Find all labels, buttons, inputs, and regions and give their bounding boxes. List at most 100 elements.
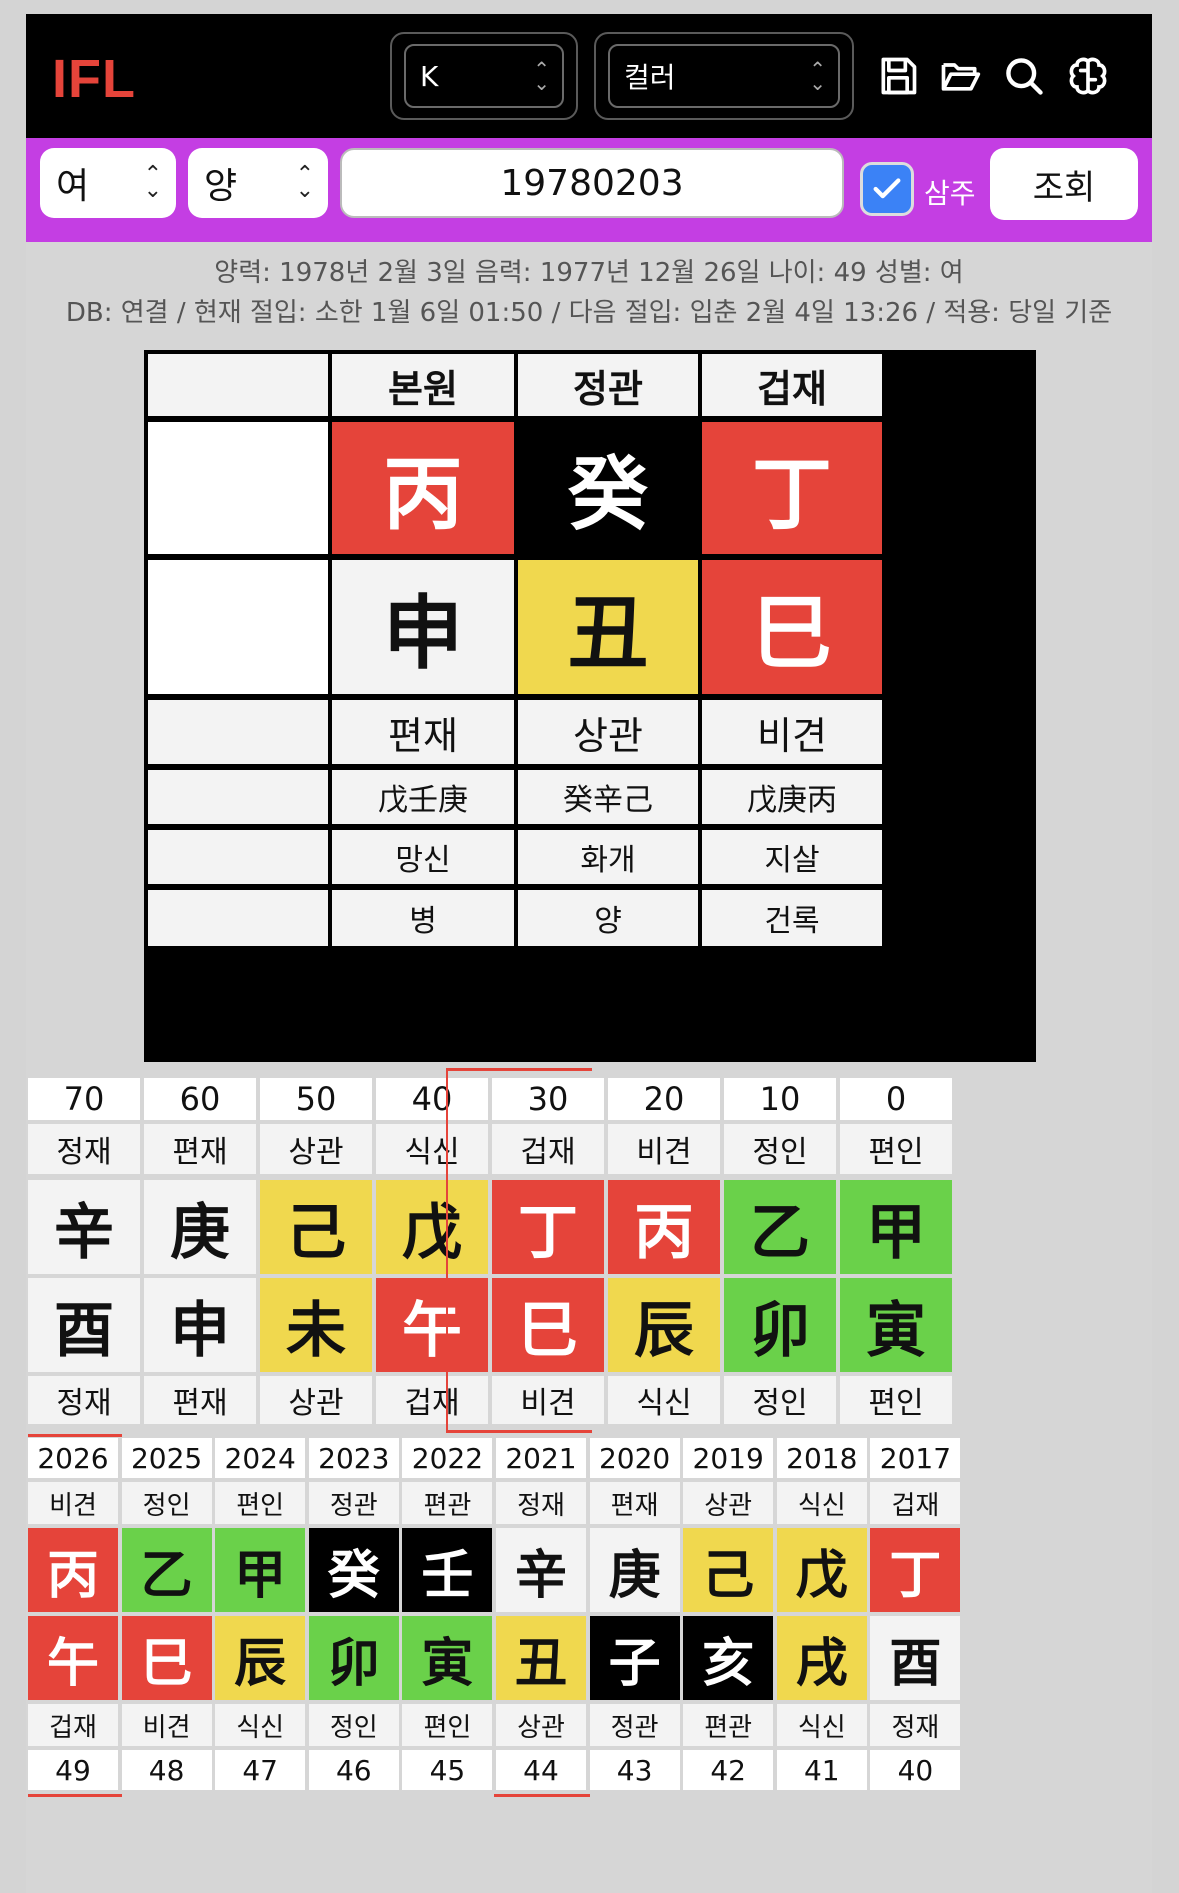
yearly-branch: 辰 <box>215 1616 306 1700</box>
yearly-year[interactable]: 2023 <box>308 1438 399 1478</box>
yearly-stem-god: 편관 <box>402 1482 493 1524</box>
yearly-stem: 乙 <box>121 1528 212 1612</box>
daewoon-branch-god: 편재 <box>144 1376 256 1424</box>
earthly-branch-cell: 丑 <box>518 560 698 694</box>
gender-value: 여 <box>56 166 90 207</box>
hidden-stems-cell: 戊庚丙 <box>702 770 882 824</box>
heavenly-stem-cell: 丙 <box>332 422 514 554</box>
yearly-branch-god: 비견 <box>121 1704 212 1746</box>
app-root: IFL K ⌃ ⌄ 컬러 ⌃ ⌄ 여 ⌃ ⌄ 양 ⌃ ⌄ 19780203 삼주… <box>26 14 1152 1893</box>
daewoon-age[interactable]: 0 <box>840 1078 952 1120</box>
daewoon-branch: 卯 <box>724 1278 836 1372</box>
yearly-stem-god: 정재 <box>496 1482 586 1524</box>
daewoon-age[interactable]: 40 <box>376 1078 488 1120</box>
updown-chevron-icon: ⌃ ⌄ <box>533 57 550 95</box>
yearly-year[interactable]: 2022 <box>402 1438 493 1478</box>
top-header: IFL K ⌃ ⌄ 컬러 ⌃ ⌄ <box>26 14 1152 138</box>
save-icon[interactable] <box>876 54 920 98</box>
daewoon-age[interactable]: 20 <box>608 1078 720 1120</box>
birthdate-input[interactable]: 19780203 <box>340 148 844 218</box>
hidden-stems-cell <box>148 770 328 824</box>
yearly-branch: 寅 <box>402 1616 493 1700</box>
yearly-stem-god: 식신 <box>776 1482 867 1524</box>
mode-select[interactable]: K ⌃ ⌄ <box>390 32 578 120</box>
pillar-header: 정관 <box>518 354 698 416</box>
daewoon-age[interactable]: 10 <box>724 1078 836 1120</box>
yearly-stem: 丁 <box>870 1528 961 1612</box>
heavenly-stem-cell: 丁 <box>702 422 882 554</box>
yearly-year[interactable]: 2026 <box>28 1438 118 1478</box>
daewoon-branch-god: 정재 <box>28 1376 140 1424</box>
daewoon-age[interactable]: 60 <box>144 1078 256 1120</box>
calendar-select[interactable]: 양 ⌃ ⌄ <box>188 148 328 218</box>
yearly-stem: 丙 <box>28 1528 118 1612</box>
yearly-branch: 卯 <box>308 1616 399 1700</box>
yearly-stem-god: 정인 <box>121 1482 212 1524</box>
daewoon-age[interactable]: 30 <box>492 1078 604 1120</box>
daewoon-age[interactable]: 70 <box>28 1078 140 1120</box>
brain-icon[interactable] <box>1066 54 1110 98</box>
yearly-year[interactable]: 2020 <box>589 1438 680 1478</box>
daewoon-branch: 巳 <box>492 1278 604 1372</box>
yearly-stem: 己 <box>683 1528 774 1612</box>
mode-select-value: K <box>420 59 439 93</box>
yearly-year[interactable]: 2021 <box>496 1438 586 1478</box>
birth-info-line: 양력: 1978년 2월 3일 음력: 1977년 12월 26일 나이: 49… <box>214 258 964 288</box>
daewoon-stem: 戊 <box>376 1180 488 1274</box>
daewoon-stem-god: 상관 <box>260 1124 372 1174</box>
current-period-marker <box>28 1434 122 1437</box>
yearly-stem-god: 상관 <box>683 1482 774 1524</box>
current-period-marker <box>28 1794 122 1797</box>
hidden-stems-cell: 癸辛己 <box>518 770 698 824</box>
yearly-age: 46 <box>308 1750 399 1790</box>
yearly-branch: 子 <box>589 1616 680 1700</box>
current-period-marker <box>494 1794 590 1797</box>
gender-select[interactable]: 여 ⌃ ⌄ <box>40 148 176 218</box>
updown-chevron-icon: ⌃ ⌄ <box>295 162 314 203</box>
pillar-header: 겁재 <box>702 354 882 416</box>
daewoon-stem: 己 <box>260 1180 372 1274</box>
search-icon[interactable] <box>1002 54 1046 98</box>
calendar-value: 양 <box>204 166 238 207</box>
earthly-branch-cell: 巳 <box>702 560 882 694</box>
yearly-year[interactable]: 2019 <box>683 1438 774 1478</box>
daewoon-stem: 丁 <box>492 1180 604 1274</box>
yearly-branch-god: 정재 <box>870 1704 961 1746</box>
query-button[interactable]: 조회 <box>990 148 1138 220</box>
samju-checkbox[interactable] <box>860 162 914 216</box>
yearly-stem-god: 겁재 <box>870 1482 961 1524</box>
color-select-box: 컬러 ⌃ ⌄ <box>608 44 840 108</box>
folder-open-icon[interactable] <box>938 54 982 98</box>
yearly-stem-god: 정관 <box>308 1482 399 1524</box>
yearly-year[interactable]: 2018 <box>776 1438 867 1478</box>
checkmark-icon <box>873 178 901 199</box>
daewoon-stem: 庚 <box>144 1180 256 1274</box>
yearly-stem-god: 비견 <box>28 1482 118 1524</box>
yearly-year[interactable]: 2025 <box>121 1438 212 1478</box>
pillar-grid: 본원 정관 겁재 丙癸丁申丑巳 편재 상관 비견 戊壬庚 癸辛己 戊庚丙 망신 화개 지살 병 양 건록 <box>144 350 1036 1062</box>
app-logo: IFL <box>52 49 136 109</box>
life-stage-cell: 양 <box>518 890 698 946</box>
daewoon-branch: 未 <box>260 1278 372 1372</box>
color-select[interactable]: 컬러 ⌃ ⌄ <box>594 32 854 120</box>
yearly-year[interactable]: 2024 <box>215 1438 306 1478</box>
daewoon-branch: 午 <box>376 1278 488 1372</box>
yearly-branch-god: 편관 <box>683 1704 774 1746</box>
daewoon-branch-god: 비견 <box>492 1376 604 1424</box>
yearly-year[interactable]: 2017 <box>870 1438 961 1478</box>
daewoon-stem: 辛 <box>28 1180 140 1274</box>
current-period-marker <box>446 1068 448 1432</box>
daewoon-stem-god: 정인 <box>724 1124 836 1174</box>
ten-god-cell: 편재 <box>332 700 514 764</box>
yearly-age: 45 <box>402 1750 493 1790</box>
earthly-branch-cell: 申 <box>332 560 514 694</box>
yearly-stem-god: 편재 <box>589 1482 680 1524</box>
sinsal-cell <box>148 830 328 884</box>
daewoon-branch-god: 상관 <box>260 1376 372 1424</box>
daewoon-stem-god: 편재 <box>144 1124 256 1174</box>
mode-select-box: K ⌃ ⌄ <box>404 44 564 108</box>
yearly-stem: 辛 <box>496 1528 586 1612</box>
daewoon-age[interactable]: 50 <box>260 1078 372 1120</box>
daewoon-stem-god: 비견 <box>608 1124 720 1174</box>
samju-label: 삼주 <box>924 177 976 210</box>
